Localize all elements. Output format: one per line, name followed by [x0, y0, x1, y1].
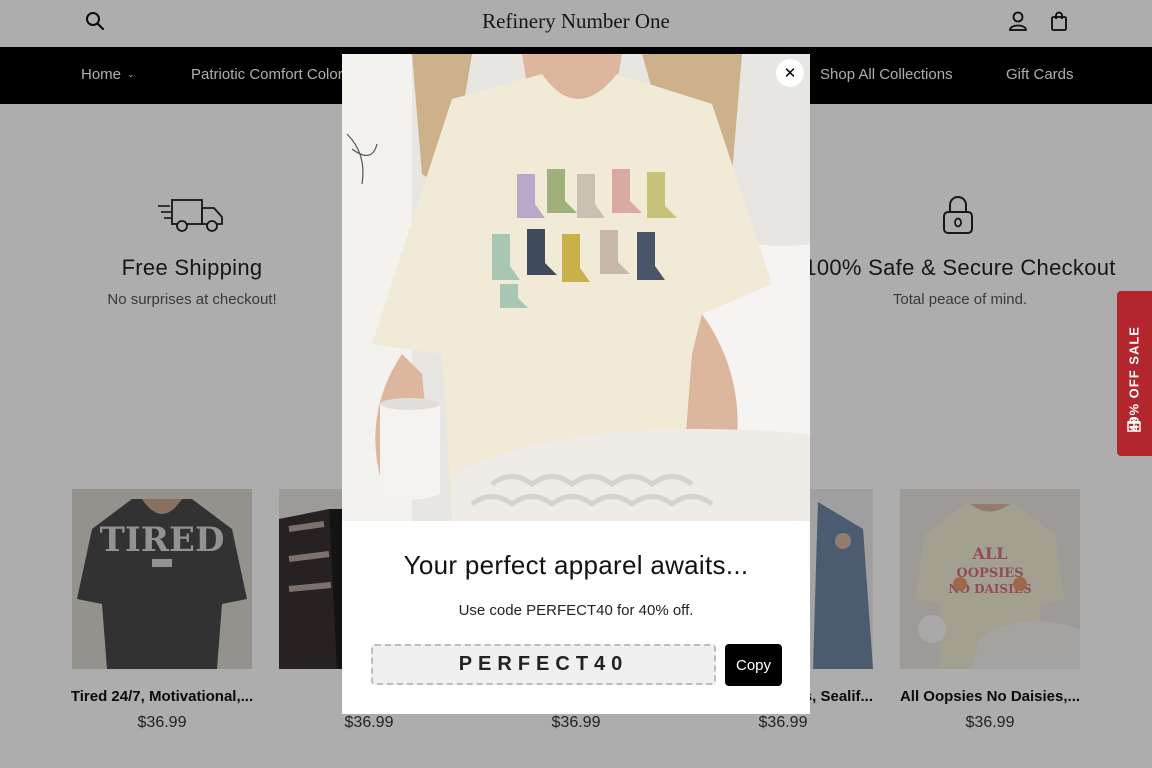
modal-heading: Your perfect apparel awaits...: [403, 550, 749, 580]
close-button[interactable]: ✕: [776, 59, 804, 87]
promo-image: [342, 54, 810, 521]
side-tab-label: 40% OFF SALE: [1126, 326, 1142, 432]
discount-code-field[interactable]: PERFECT40: [371, 644, 716, 685]
modal-subtext: Use code PERFECT40 for 40% off.: [458, 602, 694, 619]
copy-code-button[interactable]: Copy: [725, 644, 782, 686]
sale-side-tab[interactable]: 40% OFF SALE: [1117, 291, 1152, 456]
gift-icon: [1127, 418, 1141, 437]
promo-modal: ✕ Your perfect apparel awaits... Use cod…: [342, 54, 810, 714]
